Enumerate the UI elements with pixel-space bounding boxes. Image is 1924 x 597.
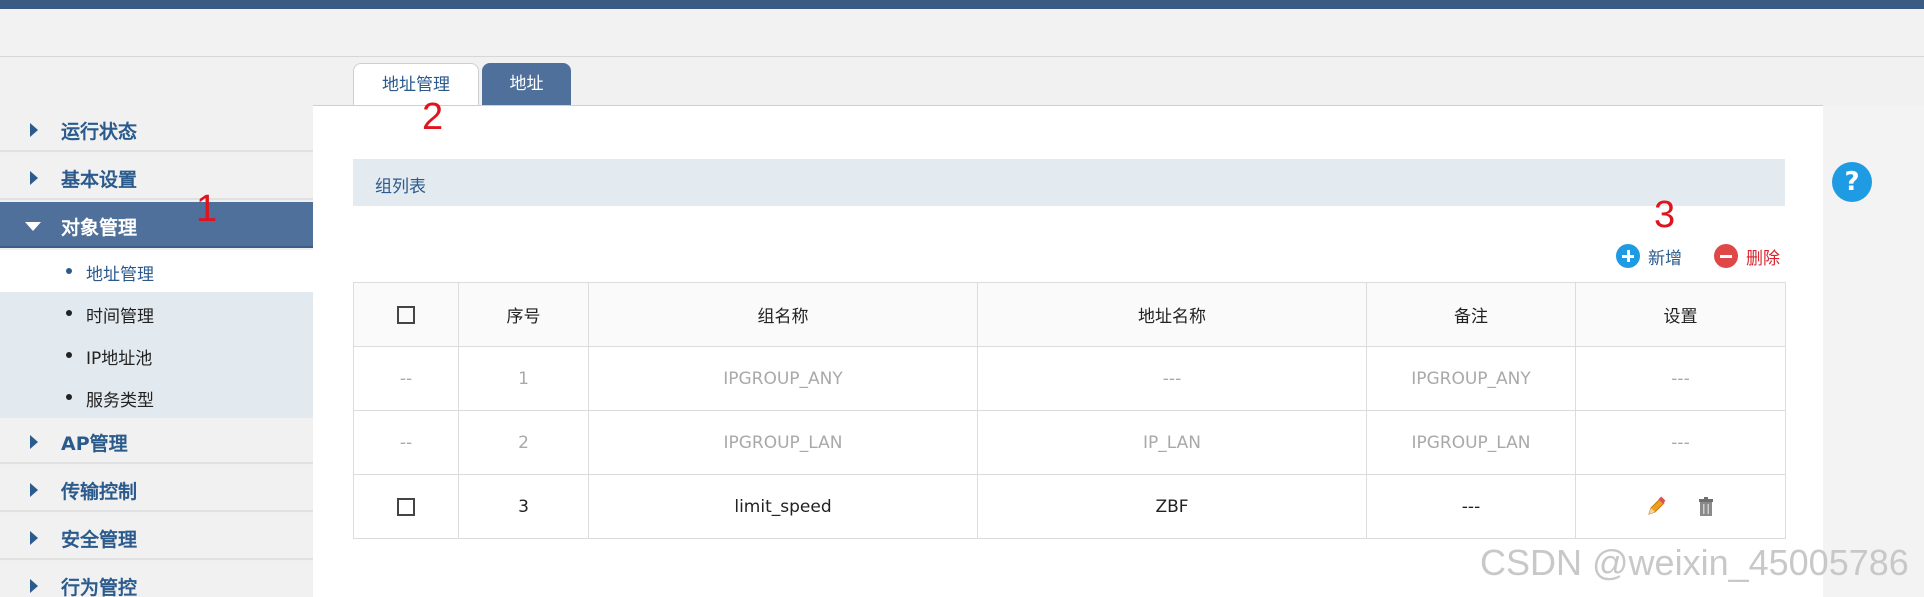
column-header: 备注	[1366, 282, 1576, 347]
caret-down-icon	[25, 222, 41, 231]
group-table: 序号 组名称 地址名称 备注 设置 -- 1 IPGROUP_ANY --- I…	[353, 282, 1786, 539]
row-address-name: IP_LAN	[977, 410, 1367, 475]
row-index: 2	[458, 410, 589, 475]
bullet-icon	[66, 268, 72, 274]
sidebar-item-label: 对象管理	[61, 217, 138, 239]
caret-right-icon	[30, 435, 38, 449]
caret-right-icon	[30, 531, 38, 545]
row-note: ---	[1366, 474, 1576, 539]
caret-right-icon	[30, 171, 38, 185]
row-settings	[1575, 474, 1786, 539]
sidebar-item-label: 基本设置	[61, 169, 138, 191]
table-header-row: 序号 组名称 地址名称 备注 设置	[353, 282, 1786, 347]
watermark: CSDN @weixin_45005786	[1480, 542, 1909, 583]
row-note: IPGROUP_ANY	[1366, 346, 1576, 411]
row-address-name: ZBF	[977, 474, 1367, 539]
delete-label: 删除	[1746, 248, 1780, 269]
row-settings: ---	[1575, 410, 1786, 475]
tab-address[interactable]: 地址	[482, 63, 571, 106]
row-select: --	[353, 410, 459, 475]
submenu-item-label: IP地址池	[86, 349, 153, 369]
sidebar-item-status[interactable]: 运行状态	[0, 106, 313, 152]
sidebar-item-label: 行为管控	[61, 577, 138, 597]
table-row: -- 1 IPGROUP_ANY --- IPGROUP_ANY ---	[353, 346, 1786, 411]
column-header: 地址名称	[977, 282, 1367, 347]
bullet-icon	[66, 352, 72, 358]
row-settings: ---	[1575, 346, 1786, 411]
row-group-name: IPGROUP_ANY	[588, 346, 978, 411]
row-note: IPGROUP_LAN	[1366, 410, 1576, 475]
header-select-all	[353, 282, 459, 347]
help-icon[interactable]: ?	[1832, 162, 1872, 202]
table-row: -- 2 IPGROUP_LAN IP_LAN IPGROUP_LAN ---	[353, 410, 1786, 475]
top-bar	[0, 0, 1924, 9]
annotation-2: 2	[422, 96, 444, 138]
minus-circle-icon	[1714, 244, 1738, 268]
sidebar-item-behavior-control[interactable]: 行为管控	[0, 562, 313, 597]
trash-icon[interactable]	[1695, 496, 1717, 518]
caret-right-icon	[30, 483, 38, 497]
submenu-item-label: 地址管理	[86, 265, 154, 285]
row-index: 3	[458, 474, 589, 539]
submenu-item-service-type[interactable]: 服务类型	[0, 376, 313, 418]
submenu-item-time-management[interactable]: 时间管理	[0, 292, 313, 334]
section-header: 组列表	[353, 159, 1785, 206]
column-header: 组名称	[588, 282, 978, 347]
add-button[interactable]: 新增	[1616, 241, 1682, 271]
submenu-item-label: 服务类型	[86, 391, 154, 411]
section-title: 组列表	[375, 177, 426, 197]
sidebar-item-label: AP管理	[61, 433, 128, 455]
edit-pencil-icon[interactable]	[1645, 495, 1667, 518]
submenu-item-ip-pool[interactable]: IP地址池	[0, 334, 313, 376]
row-address-name: ---	[977, 346, 1367, 411]
add-label: 新增	[1648, 248, 1682, 269]
header-band	[0, 9, 1924, 57]
column-header: 设置	[1575, 282, 1786, 347]
bullet-icon	[66, 310, 72, 316]
row-index: 1	[458, 346, 589, 411]
sidebar-item-basic-settings[interactable]: 基本设置	[0, 154, 313, 200]
column-header: 序号	[458, 282, 589, 347]
sidebar: 运行状态 基本设置 对象管理 地址管理 时间管理 IP地址池 服务类型 AP管理	[0, 106, 313, 597]
sidebar-item-object-management[interactable]: 对象管理	[0, 202, 313, 248]
sidebar-item-ap-management[interactable]: AP管理	[0, 418, 313, 464]
table-row: 3 limit_speed ZBF ---	[353, 474, 1786, 539]
tab-address-management[interactable]: 地址管理	[353, 63, 479, 107]
sidebar-item-security-management[interactable]: 安全管理	[0, 514, 313, 560]
annotation-3: 3	[1654, 194, 1676, 236]
row-checkbox[interactable]	[397, 497, 415, 516]
submenu-item-address-management[interactable]: 地址管理	[0, 250, 313, 292]
row-group-name: IPGROUP_LAN	[588, 410, 978, 475]
sidebar-item-label: 传输控制	[61, 481, 138, 503]
row-group-name: limit_speed	[588, 474, 978, 539]
plus-circle-icon	[1616, 244, 1640, 268]
select-all-checkbox[interactable]	[397, 305, 415, 324]
caret-right-icon	[30, 123, 38, 137]
sidebar-item-transport-control[interactable]: 传输控制	[0, 466, 313, 512]
bullet-icon	[66, 394, 72, 400]
caret-right-icon	[30, 579, 38, 593]
sidebar-item-label: 运行状态	[61, 121, 138, 143]
annotation-1: 1	[196, 188, 218, 230]
row-select	[353, 474, 459, 539]
delete-button[interactable]: 删除	[1714, 241, 1780, 271]
submenu-item-label: 时间管理	[86, 307, 154, 327]
row-select: --	[353, 346, 459, 411]
sidebar-item-label: 安全管理	[61, 529, 138, 551]
submenu-object-management: 地址管理 时间管理 IP地址池 服务类型	[0, 250, 313, 418]
